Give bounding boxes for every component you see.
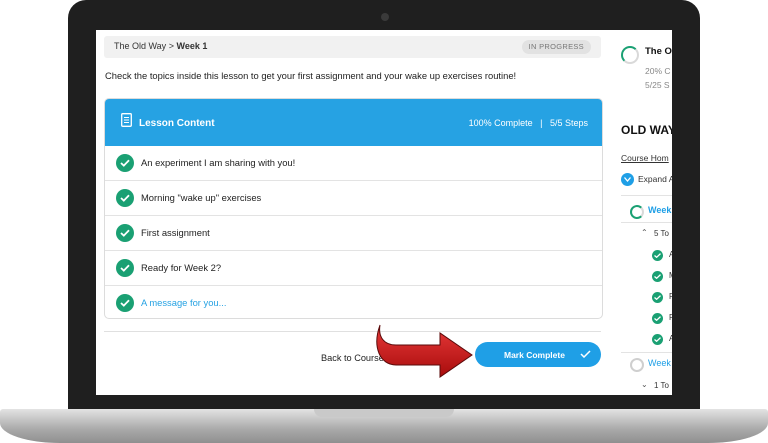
topic-row[interactable]: First assignment — [105, 215, 602, 250]
topic-row[interactable]: Morning "wake up" exercises — [105, 180, 602, 215]
week-topics-count: 5 To — [654, 229, 669, 238]
topic-label[interactable]: First assignment — [141, 227, 210, 238]
check-icon — [116, 224, 134, 242]
sidebar-topic[interactable]: M — [669, 271, 672, 280]
week-progress-icon — [630, 358, 644, 372]
check-icon — [116, 294, 134, 312]
footer-divider — [104, 331, 601, 332]
week-topics-count: 1 To — [654, 381, 669, 390]
check-icon — [116, 189, 134, 207]
topic-row[interactable]: An experiment I am sharing with you! — [105, 146, 602, 180]
collapse-chevron-icon[interactable]: ⌃ — [641, 228, 648, 237]
breadcrumb-bar: The Old Way > Week 1 IN PROGRESS — [104, 36, 601, 58]
mark-complete-button[interactable]: Mark Complete — [475, 342, 601, 367]
check-icon — [652, 313, 663, 324]
document-icon — [121, 113, 132, 127]
check-icon — [116, 154, 134, 172]
check-icon — [652, 250, 663, 261]
topic-row[interactable]: Ready for Week 2? — [105, 250, 602, 285]
lesson-intro: Check the topics inside this lesson to g… — [105, 70, 517, 81]
lesson-content-card: Lesson Content 100% Complete | 5/5 Steps… — [104, 98, 603, 319]
sidebar-course-title[interactable]: The O — [645, 46, 672, 57]
checkmark-icon — [580, 350, 591, 358]
topic-label[interactable]: Ready for Week 2? — [141, 262, 221, 273]
pointer-arrow-icon — [376, 324, 473, 378]
lesson-steps: 5/5 Steps — [549, 118, 588, 128]
expand-all-icon[interactable] — [621, 173, 634, 186]
sidebar-week-1[interactable]: Week — [648, 205, 671, 215]
lesson-percent: 100% Complete — [468, 118, 533, 128]
lesson-content-header[interactable]: Lesson Content 100% Complete | 5/5 Steps — [105, 99, 602, 146]
sidebar-divider — [621, 195, 672, 196]
topic-list: An experiment I am sharing with you! Mor… — [105, 146, 602, 318]
lesson-progress: 100% Complete | 5/5 Steps — [468, 118, 588, 128]
course-progress-ring-icon — [621, 46, 639, 64]
sidebar-week-2[interactable]: Week — [648, 358, 671, 368]
sidebar-topic[interactable]: R — [669, 313, 672, 322]
laptop-base-notch — [314, 409, 454, 417]
sidebar-divider — [621, 222, 672, 223]
expand-all-toggle[interactable]: Expand A — [638, 174, 672, 184]
breadcrumb: The Old Way > Week 1 — [114, 41, 207, 51]
sidebar-heading: OLD WAY — [621, 123, 672, 137]
check-icon — [652, 334, 663, 345]
breadcrumb-course[interactable]: The Old Way — [114, 41, 166, 51]
sidebar-steps-complete: 5/25 S — [645, 80, 670, 90]
sidebar-percent-complete: 20% C — [645, 66, 671, 76]
topic-label[interactable]: A message for you... — [141, 297, 226, 308]
expand-chevron-icon[interactable]: ⌄ — [641, 380, 648, 389]
topic-label[interactable]: An experiment I am sharing with you! — [141, 157, 295, 168]
topic-label[interactable]: Morning "wake up" exercises — [141, 192, 261, 203]
check-icon — [652, 271, 663, 282]
mark-complete-label: Mark Complete — [504, 350, 565, 360]
sidebar-topic[interactable]: F — [669, 292, 672, 301]
status-badge: IN PROGRESS — [521, 40, 591, 54]
sidebar-topic[interactable]: A — [669, 334, 672, 343]
sidebar-topic[interactable]: A — [669, 250, 672, 259]
course-home-link[interactable]: Course Hom — [621, 153, 669, 163]
lesson-content-title: Lesson Content — [139, 118, 215, 129]
topic-row-active[interactable]: A message for you... — [105, 285, 602, 318]
sidebar-divider — [621, 352, 672, 353]
breadcrumb-current: Week 1 — [176, 41, 208, 51]
check-icon — [652, 292, 663, 303]
check-icon — [116, 259, 134, 277]
webcam-icon — [381, 13, 389, 21]
week-progress-icon — [630, 205, 644, 219]
breadcrumb-separator: > — [168, 41, 174, 51]
